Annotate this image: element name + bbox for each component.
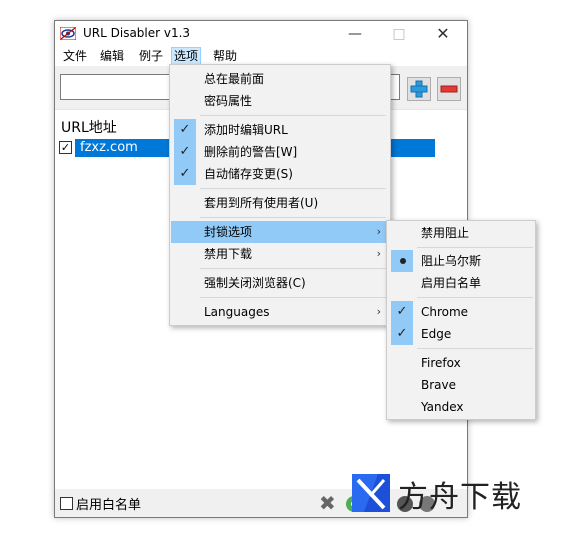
check-icon: ✓ <box>391 323 413 345</box>
menu-warn-delete[interactable]: ✓ 删除前的警告[W] <box>171 141 389 163</box>
menu-password[interactable]: 密码属性 <box>171 90 389 112</box>
menu-separator <box>200 188 386 189</box>
chevron-right-icon: › <box>376 247 381 260</box>
menu-edit-on-add[interactable]: ✓ 添加时编辑URL <box>171 119 389 141</box>
submenu-item-label: 阻止乌尔斯 <box>421 254 482 268</box>
menu-item-label: 禁用下载 <box>204 247 253 261</box>
menu-separator <box>417 297 533 298</box>
menu-always-on-top[interactable]: 总在最前面 <box>171 68 389 90</box>
row-checkbox[interactable]: ✓ <box>59 141 72 154</box>
title-bar[interactable]: URL Disabler v1.3 — □ ✕ <box>55 21 467 46</box>
menu-separator <box>200 115 386 116</box>
whitelist-label[interactable]: 启用白名单 <box>76 494 141 513</box>
menu-disable-download[interactable]: 禁用下载 › <box>171 243 389 265</box>
menu-separator <box>417 348 533 349</box>
menu-item-label: 自动储存变更(S) <box>204 167 293 181</box>
block-options-submenu: 禁用阻止 阻止乌尔斯 启用白名单 ✓ Chrome ✓ Edge Firefox… <box>386 220 536 420</box>
menu-languages[interactable]: Languages › <box>171 301 389 323</box>
menu-item-label: 总在最前面 <box>204 72 265 86</box>
minus-icon <box>440 85 458 93</box>
submenu-yandex[interactable]: Yandex <box>388 396 534 418</box>
menu-item-label: Languages <box>204 305 270 319</box>
watermark-logo-icon <box>352 474 390 512</box>
check-icon: ✓ <box>174 141 196 163</box>
eye-logo-icon <box>60 27 76 40</box>
submenu-firefox[interactable]: Firefox <box>388 352 534 374</box>
menu-item-label: 删除前的警告[W] <box>204 145 298 159</box>
minimize-button[interactable]: — <box>333 21 377 46</box>
submenu-edge[interactable]: ✓ Edge <box>388 323 534 345</box>
menu-separator <box>417 247 533 248</box>
menu-apply-all-users[interactable]: 套用到所有使用者(U) <box>171 192 389 214</box>
whitelist-checkbox[interactable] <box>60 497 73 510</box>
submenu-item-label: 禁用阻止 <box>421 226 470 240</box>
menu-item-label: 密码属性 <box>204 94 253 108</box>
menu-autosave[interactable]: ✓ 自动储存变更(S) <box>171 163 389 185</box>
radio-icon <box>391 250 413 272</box>
submenu-item-label: Brave <box>421 378 457 392</box>
close-button[interactable]: ✕ <box>421 21 465 46</box>
options-menu: 总在最前面 密码属性 ✓ 添加时编辑URL ✓ 删除前的警告[W] ✓ 自动储存… <box>169 64 391 326</box>
menu-separator <box>200 268 386 269</box>
submenu-block-urls[interactable]: 阻止乌尔斯 <box>388 250 534 272</box>
menu-item-label: 强制关闭浏览器(C) <box>204 276 306 290</box>
submenu-item-label: Yandex <box>421 400 464 414</box>
menu-options[interactable]: 选项 <box>171 47 202 65</box>
chevron-right-icon: › <box>376 225 381 238</box>
maximize-button[interactable]: □ <box>377 21 421 46</box>
check-icon: ✓ <box>391 301 413 323</box>
menu-separator <box>200 297 386 298</box>
menu-examples[interactable]: 例子 <box>137 48 165 65</box>
submenu-item-label: Firefox <box>421 356 461 370</box>
menu-force-close-browser[interactable]: 强制关闭浏览器(C) <box>171 272 389 294</box>
submenu-disable-block[interactable]: 禁用阻止 <box>388 222 534 244</box>
submenu-item-label: Chrome <box>421 305 469 319</box>
list-header: URL地址 <box>61 120 117 136</box>
menu-item-label: 套用到所有使用者(U) <box>204 196 319 210</box>
menu-separator <box>200 217 386 218</box>
submenu-enable-whitelist[interactable]: 启用白名单 <box>388 272 534 294</box>
clear-icon[interactable]: ✖ <box>319 491 336 515</box>
submenu-chrome[interactable]: ✓ Chrome <box>388 301 534 323</box>
submenu-brave[interactable]: Brave <box>388 374 534 396</box>
menu-bar: 文件 编辑 例子 选项 帮助 <box>55 46 467 66</box>
add-url-button[interactable] <box>407 77 431 101</box>
watermark-text: 方舟下载 <box>398 480 522 515</box>
menu-item-label: 封锁选项 <box>204 225 253 239</box>
chevron-right-icon: › <box>376 305 381 318</box>
check-icon: ✓ <box>174 163 196 185</box>
submenu-item-label: 启用白名单 <box>421 276 482 290</box>
window-title: URL Disabler v1.3 <box>83 26 191 40</box>
check-icon: ✓ <box>174 119 196 141</box>
submenu-item-label: Edge <box>421 327 452 341</box>
menu-item-label: 添加时编辑URL <box>204 123 288 137</box>
menu-block-options[interactable]: 封锁选项 › <box>171 221 389 243</box>
remove-url-button[interactable] <box>437 77 461 101</box>
watermark: 方舟下载 <box>348 470 538 520</box>
menu-help[interactable]: 帮助 <box>211 48 239 65</box>
menu-file[interactable]: 文件 <box>61 48 89 65</box>
menu-edit[interactable]: 编辑 <box>98 48 126 65</box>
plus-icon <box>410 80 428 98</box>
